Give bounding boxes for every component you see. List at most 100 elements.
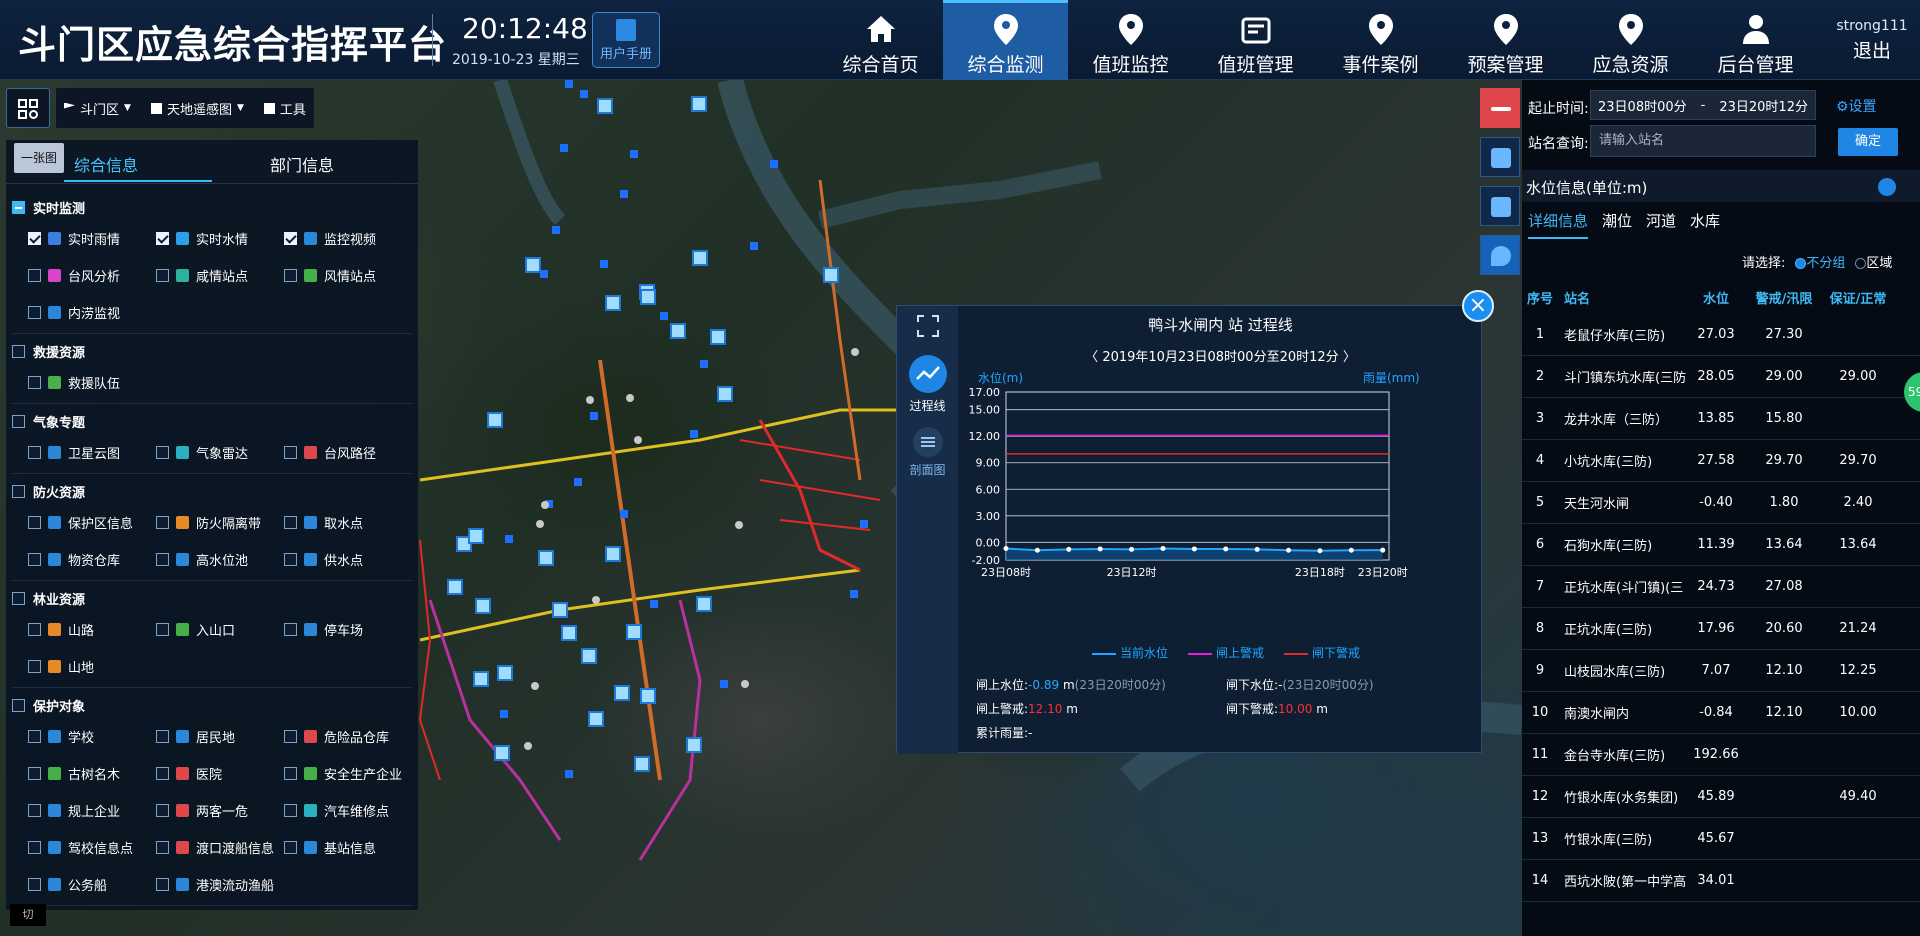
layer-checkbox[interactable] — [156, 623, 169, 636]
layer-checkbox[interactable] — [284, 553, 297, 566]
layer-checkbox[interactable] — [28, 878, 41, 891]
layer-item[interactable]: 医院 — [156, 755, 284, 792]
time-range-input[interactable]: 23日08时00分 - 23日20时12分 — [1590, 90, 1816, 120]
layer-item[interactable]: 基站信息 — [284, 829, 412, 866]
layer-checkbox[interactable] — [284, 516, 297, 529]
layer-checkbox[interactable] — [156, 232, 169, 245]
layer-checkbox[interactable] — [156, 516, 169, 529]
table-row[interactable]: 14 西坑水陂(第一中学高 34.01 — [1522, 860, 1920, 902]
water-tab-3[interactable]: 水库 — [1690, 210, 1720, 239]
layer-item[interactable]: 供水点 — [284, 541, 412, 578]
layer-item[interactable]: 台风路径 — [284, 434, 412, 471]
table-row[interactable]: 9 山枝园水库(三防) 7.07 12.10 12.25 — [1522, 650, 1920, 692]
layer-item[interactable]: 台风分析 — [28, 257, 156, 294]
layer-item[interactable]: 气象雷达 — [156, 434, 284, 471]
layer-group-header[interactable]: 保护对象 — [12, 692, 412, 718]
confirm-button[interactable]: 确定 — [1838, 128, 1898, 156]
layer-item[interactable]: 入山口 — [156, 611, 284, 648]
layer-checkbox[interactable] — [28, 376, 41, 389]
layer-item[interactable]: 公务船 — [28, 866, 156, 903]
rain-layer-button[interactable] — [1480, 137, 1520, 177]
layer-checkbox[interactable] — [28, 306, 41, 319]
layer-group-header[interactable]: 林业资源 — [12, 585, 412, 611]
group-checkbox[interactable] — [12, 591, 25, 605]
layer-item[interactable]: 风情站点 — [284, 257, 412, 294]
layer-item[interactable]: 保护区信息 — [28, 504, 156, 541]
profile-button[interactable]: 剖面图 — [897, 426, 958, 478]
settings-link[interactable]: ⚙设置 — [1836, 96, 1877, 116]
layer-item[interactable]: 物资仓库 — [28, 541, 156, 578]
layer-checkbox[interactable] — [284, 841, 297, 854]
table-row[interactable]: 1 老鼠仔水库(三防) 27.03 27.30 — [1522, 314, 1920, 356]
nav-item-3[interactable]: 值班管理 — [1193, 0, 1318, 80]
layer-checkbox[interactable] — [284, 446, 297, 459]
time-end[interactable]: 23日20时12分 — [1719, 96, 1808, 115]
nav-item-1[interactable]: 综合监测 — [943, 0, 1068, 80]
water-tab-1[interactable]: 潮位 — [1602, 210, 1632, 239]
group-checkbox[interactable] — [12, 414, 25, 428]
table-row[interactable]: 2 斗门镇东坑水库(三防 28.05 29.00 29.00 — [1522, 356, 1920, 398]
layer-item[interactable]: 取水点 — [284, 504, 412, 541]
layer-checkbox[interactable] — [156, 841, 169, 854]
one-map-button[interactable]: 一张图 — [14, 143, 64, 173]
layer-checkbox[interactable] — [28, 730, 41, 743]
layer-checkbox[interactable] — [28, 804, 41, 817]
layer-item[interactable]: 监控视频 — [284, 220, 412, 257]
basemap-dropdown[interactable]: 天地遥感图 ▼ — [150, 99, 244, 118]
layer-checkbox[interactable] — [28, 660, 41, 673]
nav-item-7[interactable]: 后台管理 — [1693, 0, 1818, 80]
prev-arrow-icon[interactable]: 〈 — [1085, 350, 1098, 365]
layer-group-header[interactable]: 救援资源 — [12, 338, 412, 364]
layer-checkbox[interactable] — [28, 623, 41, 636]
table-row[interactable]: 10 南澳水闸内 -0.84 12.10 10.00 — [1522, 692, 1920, 734]
tab-department-info[interactable]: 部门信息 — [270, 152, 334, 176]
layer-item[interactable]: 山地 — [28, 648, 156, 685]
nav-item-2[interactable]: 值班监控 — [1068, 0, 1193, 80]
logout-button[interactable]: 退出 — [1828, 36, 1916, 63]
switch-button[interactable]: 切 — [10, 904, 46, 926]
process-line-button[interactable]: 过程线 — [897, 354, 958, 414]
layer-item[interactable]: 学校 — [28, 718, 156, 755]
table-row[interactable]: 8 正坑水库(三防) 17.96 20.60 21.24 — [1522, 608, 1920, 650]
layer-item[interactable]: 渡口渡船信息 — [156, 829, 284, 866]
table-row[interactable]: 5 天生河水闸 -0.40 1.80 2.40 — [1522, 482, 1920, 524]
layer-item[interactable]: 危险品仓库 — [284, 718, 412, 755]
layer-item[interactable]: 古树名木 — [28, 755, 156, 792]
layer-checkbox[interactable] — [156, 553, 169, 566]
table-row[interactable]: 6 石狗水库(三防) 11.39 13.64 13.64 — [1522, 524, 1920, 566]
table-row[interactable]: 12 竹银水库(水务集团) 45.89 49.40 — [1522, 776, 1920, 818]
layer-item[interactable]: 居民地 — [156, 718, 284, 755]
layer-checkbox[interactable] — [156, 804, 169, 817]
nav-item-5[interactable]: 预案管理 — [1443, 0, 1568, 80]
list-button[interactable] — [1480, 88, 1520, 128]
layer-item[interactable]: 驾校信息点 — [28, 829, 156, 866]
station-search-input[interactable]: 请输入站名 — [1590, 125, 1816, 157]
layer-checkbox[interactable] — [156, 446, 169, 459]
layer-checkbox[interactable] — [28, 446, 41, 459]
user-manual-button[interactable]: 用户手册 — [592, 12, 660, 68]
layer-checkbox[interactable] — [28, 232, 41, 245]
layer-checkbox[interactable] — [284, 767, 297, 780]
layer-checkbox[interactable] — [28, 767, 41, 780]
layer-item[interactable]: 港澳流动渔船 — [156, 866, 284, 903]
layer-checkbox[interactable] — [28, 269, 41, 282]
water-tab-0[interactable]: 详细信息 — [1528, 210, 1589, 239]
layer-item[interactable]: 实时雨情 — [28, 220, 156, 257]
table-row[interactable]: 3 龙井水库（三防） 13.85 15.80 — [1522, 398, 1920, 440]
layer-checkbox[interactable] — [284, 623, 297, 636]
layer-item[interactable]: 高水位池 — [156, 541, 284, 578]
tools-button[interactable]: 工具 — [263, 99, 306, 118]
layer-item[interactable]: 防火隔离带 — [156, 504, 284, 541]
group-checkbox[interactable] — [12, 344, 25, 358]
layer-checkbox[interactable] — [28, 841, 41, 854]
layer-checkbox[interactable] — [284, 804, 297, 817]
nav-item-4[interactable]: 事件案例 — [1318, 0, 1443, 80]
layer-checkbox[interactable] — [156, 269, 169, 282]
layer-checkbox[interactable] — [28, 553, 41, 566]
layer-checkbox[interactable] — [284, 730, 297, 743]
layer-checkbox[interactable] — [156, 730, 169, 743]
layer-checkbox[interactable] — [156, 878, 169, 891]
layer-item[interactable]: 卫星云图 — [28, 434, 156, 471]
layer-item[interactable]: 救援队伍 — [28, 364, 156, 401]
group-checkbox[interactable] — [12, 484, 25, 498]
